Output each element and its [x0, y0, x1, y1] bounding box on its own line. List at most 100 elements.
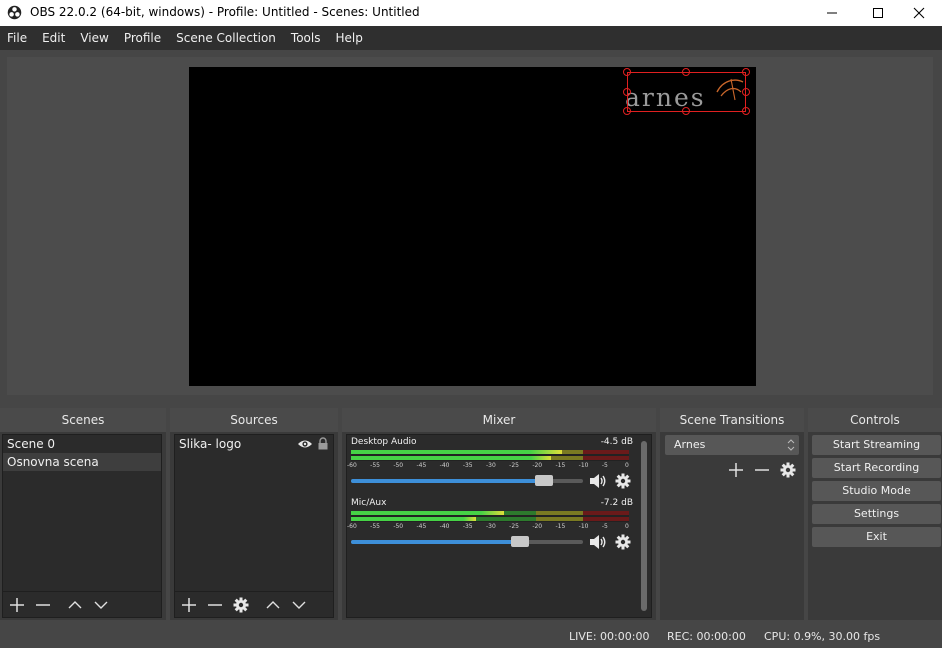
- mixer-scrollbar[interactable]: [639, 437, 649, 615]
- remove-transition-button[interactable]: [751, 459, 773, 481]
- scene-item-label: Osnovna scena: [7, 455, 99, 469]
- minimize-icon: [827, 12, 837, 14]
- source-properties-button[interactable]: [230, 594, 252, 616]
- resize-handle-top[interactable]: [682, 68, 690, 76]
- window-title: OBS 22.0.2 (64-bit, windows) - Profile: …: [30, 5, 420, 19]
- chevron-up-icon: [68, 601, 82, 609]
- mixer-panel: Desktop Audio -4.5 dB -60 -55 -50 -45 -40 -35 -3…: [346, 434, 652, 618]
- remove-scene-button[interactable]: [32, 594, 54, 616]
- start-streaming-button[interactable]: Start Streaming: [812, 435, 941, 455]
- volume-slider[interactable]: [351, 540, 583, 544]
- meter-tick-label: -40: [439, 462, 450, 469]
- transition-properties-button[interactable]: [777, 459, 799, 481]
- menu-item-tools[interactable]: Tools: [284, 26, 329, 50]
- plus-icon: [729, 463, 743, 477]
- sources-toolbar: [175, 591, 333, 617]
- transition-select[interactable]: Arnes: [665, 435, 799, 455]
- scene-item[interactable]: Osnovna scena: [3, 453, 161, 471]
- meter-tick-label: -55: [370, 523, 380, 530]
- minus-icon: [208, 604, 222, 606]
- gear-icon: [615, 534, 631, 550]
- resize-handle-top-right[interactable]: [742, 68, 750, 76]
- meter-tick-label: -35: [462, 523, 473, 530]
- move-source-up-button[interactable]: [262, 594, 284, 616]
- eye-icon[interactable]: [297, 438, 313, 450]
- volume-meter: [351, 511, 629, 522]
- mute-button[interactable]: [589, 473, 607, 492]
- close-icon: [913, 7, 925, 19]
- meter-tick-label: -60: [347, 523, 357, 530]
- menu-item-profile[interactable]: Profile: [117, 26, 169, 50]
- channel-settings-button[interactable]: [615, 473, 631, 492]
- meter-tick-label: 0: [625, 523, 629, 530]
- meter-tick-label: -15: [555, 523, 566, 530]
- menu-item-scene-collection[interactable]: Scene Collection: [169, 26, 284, 50]
- meter-tick-label: -10: [578, 462, 589, 469]
- menu-item-file[interactable]: File: [0, 26, 35, 50]
- meter-tick-label: -20: [532, 523, 543, 530]
- meter-tick-label: -60: [347, 462, 357, 469]
- meter-tick-label: -45: [416, 462, 427, 469]
- resize-handle-bottom-right[interactable]: [742, 107, 750, 115]
- gear-icon: [780, 462, 796, 478]
- menu-item-view[interactable]: View: [73, 26, 116, 50]
- channel-name: Mic/Aux: [351, 498, 387, 508]
- resize-handle-bottom[interactable]: [682, 107, 690, 115]
- maximize-icon: [873, 8, 883, 18]
- plus-icon: [182, 598, 196, 612]
- sources-dock: Sources Slika- logo: [170, 408, 338, 620]
- meter-tick-label: -35: [462, 462, 473, 469]
- resize-handle-left[interactable]: [623, 88, 631, 96]
- studio-mode-button[interactable]: Studio Mode: [812, 481, 941, 501]
- scenes-dock-title: Scenes: [0, 408, 166, 432]
- menu-item-help[interactable]: Help: [328, 26, 370, 50]
- obs-logo-icon: [7, 5, 22, 20]
- add-source-button[interactable]: [178, 594, 200, 616]
- mixer-scrollbar-thumb[interactable]: [641, 441, 647, 611]
- move-source-down-button[interactable]: [288, 594, 310, 616]
- live-status: LIVE: 00:00:00: [569, 630, 650, 643]
- gear-icon: [233, 597, 249, 613]
- move-scene-down-button[interactable]: [90, 594, 112, 616]
- volume-slider-handle[interactable]: [534, 475, 553, 486]
- add-transition-button[interactable]: [725, 459, 747, 481]
- volume-slider-handle[interactable]: [511, 536, 530, 547]
- channel-db: -7.2 dB: [600, 498, 633, 508]
- start-recording-button[interactable]: Start Recording: [812, 458, 941, 478]
- volume-slider-fill: [351, 540, 521, 544]
- chevron-up-icon: [266, 601, 280, 609]
- remove-source-button[interactable]: [204, 594, 226, 616]
- minus-icon: [36, 604, 50, 606]
- exit-button[interactable]: Exit: [812, 527, 941, 547]
- move-scene-up-button[interactable]: [64, 594, 86, 616]
- resize-handle-top-left[interactable]: [623, 68, 631, 76]
- mixer-dock: Mixer Desktop Audio -4.5 dB -60 -55 -50 -45 -4…: [342, 408, 656, 620]
- meter-tick-label: -10: [578, 523, 589, 530]
- scene-item[interactable]: Scene 0: [3, 435, 161, 453]
- meter-tick-label: -50: [393, 462, 404, 469]
- maximize-button[interactable]: [855, 0, 901, 26]
- meter-tick-label: -5: [601, 523, 608, 530]
- channel-settings-button[interactable]: [615, 534, 631, 553]
- source-selection-box[interactable]: [627, 72, 746, 112]
- transition-select-value: Arnes: [674, 438, 706, 451]
- gear-icon: [615, 473, 631, 489]
- resize-handle-right[interactable]: [742, 88, 750, 96]
- channel-name: Desktop Audio: [351, 437, 417, 447]
- plus-icon: [10, 598, 24, 612]
- close-button[interactable]: [896, 0, 942, 26]
- scene-item-label: Scene 0: [7, 437, 56, 451]
- add-scene-button[interactable]: [6, 594, 28, 616]
- settings-button[interactable]: Settings: [812, 504, 941, 524]
- mixer-channel: Mic/Aux -7.2 dB -60 -55 -50 -45 -40 -35 -30 -25 -2…: [347, 498, 637, 556]
- mute-button[interactable]: [589, 534, 607, 553]
- minimize-button[interactable]: [809, 0, 855, 26]
- preview-canvas[interactable]: [189, 67, 756, 386]
- resize-handle-bottom-left[interactable]: [623, 107, 631, 115]
- source-item-label: Slika- logo: [179, 437, 242, 451]
- sources-dock-title: Sources: [170, 408, 338, 432]
- lock-icon[interactable]: [317, 437, 329, 450]
- menu-item-edit[interactable]: Edit: [35, 26, 73, 50]
- meter-tick-label: -15: [555, 462, 566, 469]
- meter-tick-label: -25: [509, 462, 519, 469]
